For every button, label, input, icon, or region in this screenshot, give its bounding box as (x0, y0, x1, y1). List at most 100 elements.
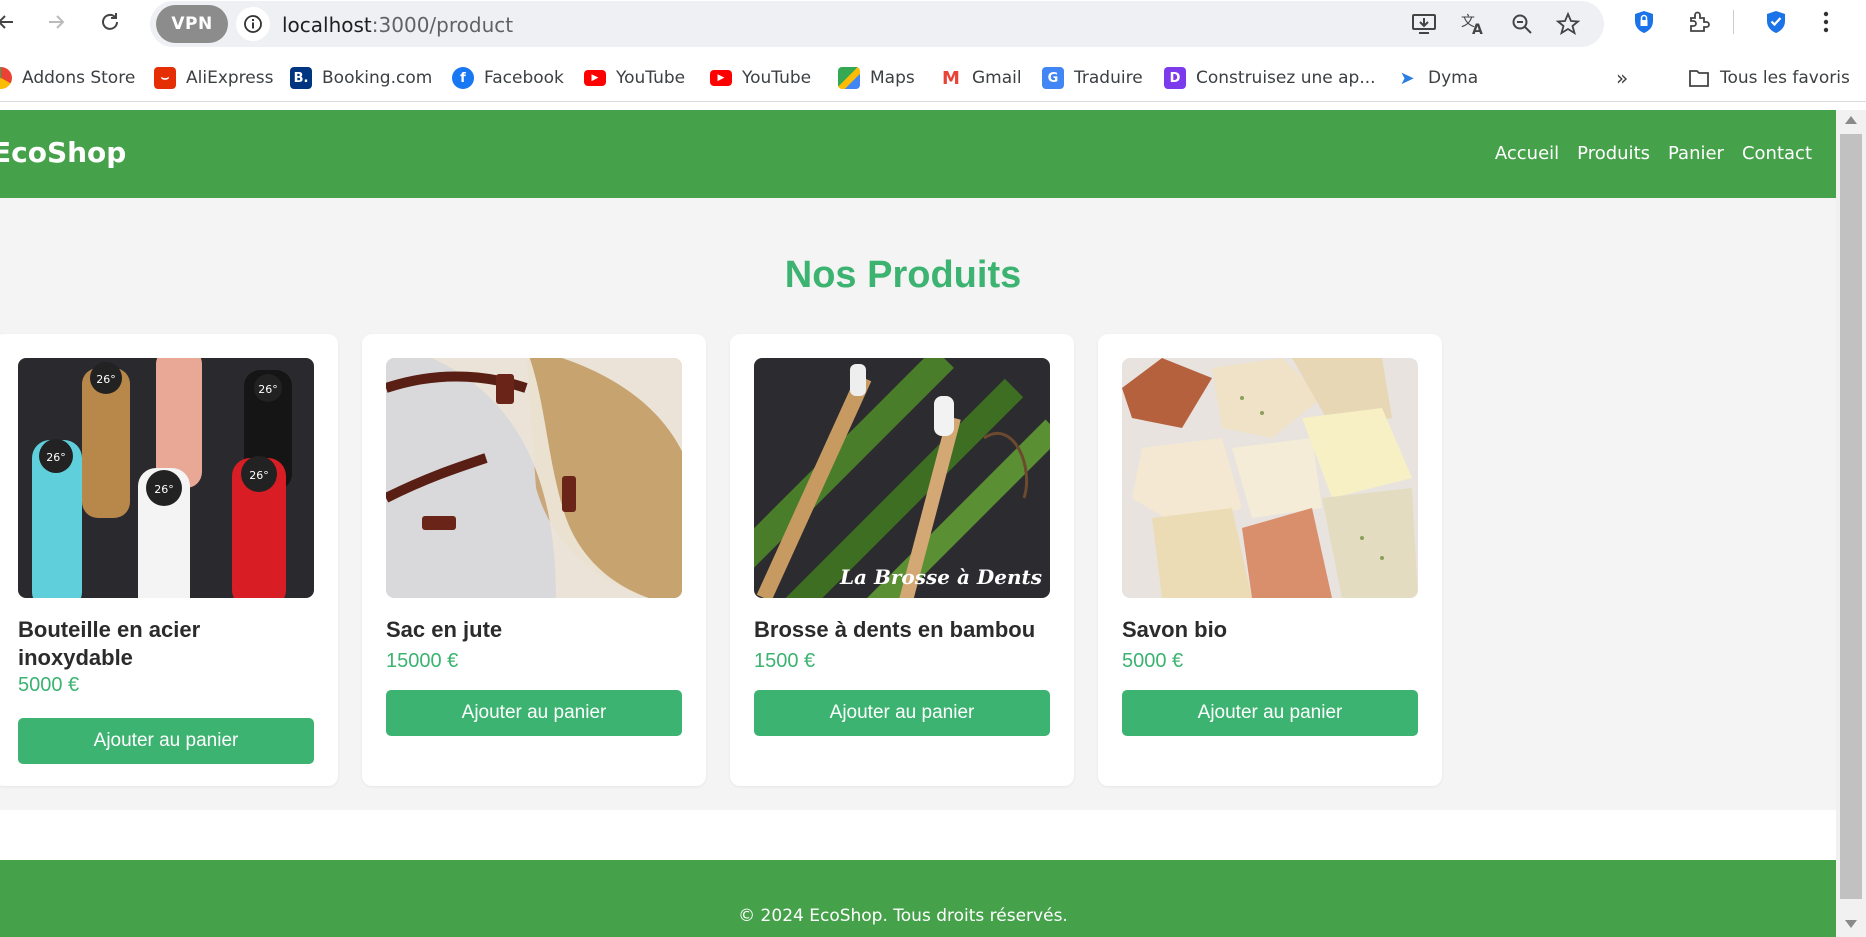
addons-store-icon (0, 67, 12, 89)
scroll-down-icon[interactable] (1845, 920, 1857, 928)
scroll-up-icon[interactable] (1845, 116, 1857, 124)
url-path: :3000/product (371, 13, 514, 37)
bookmark-label: Construisez une ap... (1196, 68, 1376, 88)
nav-accueil[interactable]: Accueil (1495, 143, 1559, 164)
jute-bag-image (386, 358, 682, 598)
bottle-temp-label: 26° (96, 373, 116, 386)
bookmark-facebook[interactable]: f Facebook (452, 64, 564, 92)
address-bar[interactable]: VPN localhost:3000/product 文A (150, 1, 1604, 47)
youtube-icon: ▶ (584, 70, 606, 86)
translate-page-icon[interactable]: 文A (1460, 10, 1488, 38)
product-price: 1500 € (754, 650, 816, 672)
bookmark-label: Booking.com (322, 68, 433, 88)
add-to-cart-button[interactable]: Ajouter au panier (386, 690, 682, 736)
back-icon[interactable] (0, 8, 20, 36)
bookmark-label: Maps (870, 68, 915, 88)
bookmark-star-icon[interactable] (1554, 10, 1582, 38)
bookmark-youtube-2[interactable]: ▶ YouTube (710, 64, 811, 92)
forward-icon[interactable] (42, 8, 70, 36)
footer-copyright: © 2024 EcoShop. Tous droits réservés. (738, 906, 1068, 926)
main-nav: Accueil Produits Panier Contact (1495, 143, 1812, 164)
bottle-temp-label: 26° (258, 383, 278, 396)
product-name[interactable]: Savon bio (1122, 616, 1422, 644)
bookmark-booking[interactable]: B. Booking.com (290, 64, 432, 92)
product-price: 5000 € (18, 674, 80, 696)
maps-icon (838, 67, 860, 89)
url-host: localhost (282, 13, 372, 37)
content-divider (0, 810, 1836, 860)
product-price: 15000 € (386, 650, 459, 672)
folder-icon (1688, 67, 1710, 89)
product-card: Savon bio 5000 € Ajouter au panier (1098, 334, 1442, 786)
bottle-temp-label: 26° (46, 451, 66, 464)
bottles-image: 26° 26° 26° 26° 26° (18, 358, 314, 598)
page-title: Nos Produits (784, 254, 1022, 296)
nav-produits[interactable]: Produits (1577, 143, 1650, 164)
bookmark-addons-store[interactable]: Addons Store (0, 64, 135, 92)
bookmark-label: Traduire (1074, 68, 1143, 88)
url-text[interactable]: localhost:3000/product (282, 13, 513, 37)
bookmark-construisez[interactable]: D Construisez une ap... (1164, 64, 1376, 92)
aliexpress-icon: ⌣ (154, 67, 176, 89)
bookmark-label: Addons Store (22, 68, 136, 88)
dyma-icon: ➤ (1396, 67, 1418, 89)
extensions-icon[interactable] (1685, 8, 1713, 36)
site-logo[interactable]: EcoShop (0, 136, 126, 169)
bottle-temp-label: 26° (154, 483, 174, 496)
add-to-cart-button[interactable]: Ajouter au panier (18, 718, 314, 764)
page-viewport: EcoShop Accueil Produits Panier Contact … (0, 110, 1836, 937)
image-caption: La Brosse à Dents (839, 565, 1042, 589)
bookmark-label: AliExpress (186, 68, 274, 88)
bookmark-aliexpress[interactable]: ⌣ AliExpress (154, 64, 273, 92)
nav-contact[interactable]: Contact (1742, 143, 1812, 164)
bookmark-label: Gmail (972, 68, 1022, 88)
bamboo-toothbrush-image: La Brosse à Dents (754, 358, 1050, 598)
password-manager-icon[interactable] (1630, 8, 1658, 36)
youtube-icon: ▶ (710, 70, 732, 86)
bookmark-label: YouTube (742, 68, 812, 88)
app-builder-icon: D (1164, 67, 1186, 89)
bookmark-gmail[interactable]: M Gmail (940, 64, 1022, 92)
bookmark-label: Facebook (484, 68, 564, 88)
bookmark-dyma[interactable]: ➤ Dyma (1396, 64, 1478, 92)
menu-dots-icon[interactable] (1812, 8, 1840, 36)
site-footer: © 2024 EcoShop. Tous droits réservés. (0, 860, 1836, 937)
shield-extension-icon[interactable] (1762, 8, 1790, 36)
reload-icon[interactable] (96, 8, 124, 36)
product-price: 5000 € (1122, 650, 1184, 672)
page-scrollbar[interactable] (1836, 110, 1866, 937)
soap-image (1122, 358, 1418, 598)
product-card: La Brosse à Dents Brosse à dents en bamb… (730, 334, 1074, 786)
site-info-icon[interactable] (236, 7, 270, 41)
install-app-icon[interactable] (1410, 10, 1438, 38)
site-header: EcoShop Accueil Produits Panier Contact (0, 110, 1836, 198)
nav-panier[interactable]: Panier (1668, 143, 1724, 164)
product-card: 26° 26° 26° 26° 26° Bouteille en acier i… (0, 334, 338, 786)
scrollbar-thumb[interactable] (1840, 134, 1862, 899)
all-bookmarks-button[interactable]: Tous les favoris (1688, 64, 1850, 92)
bookmark-traduire[interactable]: G Traduire (1042, 64, 1143, 92)
bookmark-label: Dyma (1428, 68, 1479, 88)
facebook-icon: f (452, 67, 474, 89)
product-card: Sac en jute 15000 € Ajouter au panier (362, 334, 706, 786)
zoom-icon[interactable] (1508, 10, 1536, 38)
more-bookmarks-icon[interactable]: » (1616, 64, 1628, 92)
toolbar-divider (1733, 10, 1734, 34)
add-to-cart-button[interactable]: Ajouter au panier (754, 690, 1050, 736)
add-to-cart-button[interactable]: Ajouter au panier (1122, 690, 1418, 736)
bookmark-youtube[interactable]: ▶ YouTube (584, 64, 685, 92)
bookmark-maps[interactable]: Maps (838, 64, 915, 92)
product-name[interactable]: Bouteille en acier inoxydable (18, 616, 318, 672)
product-name[interactable]: Sac en jute (386, 616, 686, 644)
all-bookmarks-label: Tous les favoris (1720, 68, 1850, 88)
translate-icon: G (1042, 67, 1064, 89)
product-name[interactable]: Brosse à dents en bambou (754, 616, 1054, 644)
browser-toolbar: VPN localhost:3000/product 文A (0, 0, 1866, 47)
bookmarks-bar: Addons Store ⌣ AliExpress B. Booking.com… (0, 54, 1866, 102)
bottle-temp-label: 26° (249, 469, 269, 482)
svg-text:A: A (1472, 22, 1483, 36)
bookmark-label: YouTube (616, 68, 686, 88)
booking-icon: B. (290, 67, 312, 89)
gmail-icon: M (940, 67, 962, 89)
vpn-button[interactable]: VPN (156, 5, 228, 43)
